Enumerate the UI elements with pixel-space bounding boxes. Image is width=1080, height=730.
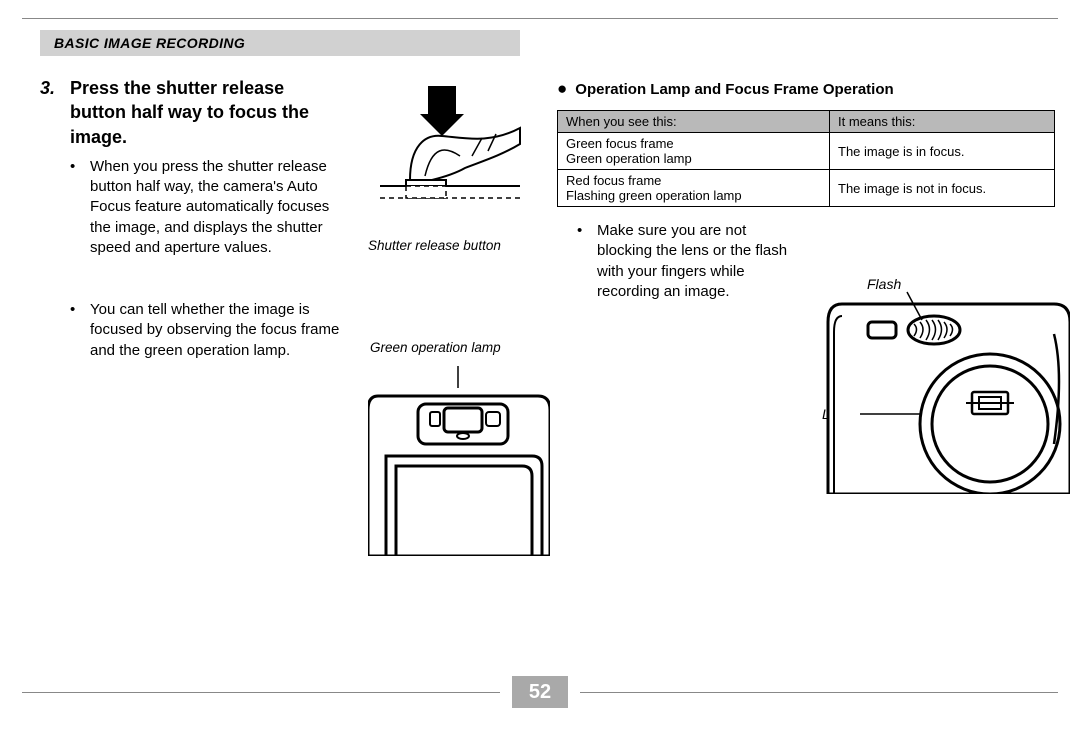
page-number: 52 [512,676,568,708]
cell-means-2: The image is not in focus. [830,170,1055,207]
green-lamp-caption: Green operation lamp [370,340,501,355]
step-title: Press the shutter release button half wa… [70,76,330,149]
left-column: 3. Press the shutter release button half… [40,76,527,660]
bullet-icon: • [70,300,82,361]
th-see: When you see this: [558,111,830,133]
footer: 52 [22,676,1058,708]
cell-means-1: The image is in focus. [830,133,1055,170]
focus-table: When you see this: It means this: Green … [557,110,1055,207]
section-header-text: BASIC IMAGE RECORDING [54,35,245,51]
shutter-release-illustration: Shutter release button [370,86,535,253]
section-header: BASIC IMAGE RECORDING [40,30,520,56]
bullet-icon: • [70,157,82,258]
cell-see-1: Green focus frame Green operation lamp [558,133,830,170]
shutter-release-caption: Shutter release button [368,238,535,253]
footer-rule-left [22,692,500,693]
top-rule [22,18,1058,19]
cell-see-2: Red focus frame Flashing green operation… [558,170,830,207]
step-number: 3. [40,76,62,149]
camera-back-illustration [368,366,550,556]
footer-rule-right [580,692,1058,693]
left-bullet-1: When you press the shutter release butto… [90,157,350,258]
bullet-icon: • [577,221,589,302]
th-means: It means this: [830,111,1055,133]
right-bullet: Make sure you are not blocking the lens … [597,221,802,302]
right-subhead: Operation Lamp and Focus Frame Operation [575,81,893,98]
camera-front-illustration [822,274,1067,494]
filled-circle-icon: ● [557,80,567,97]
right-column: ● Operation Lamp and Focus Frame Operati… [557,76,1055,660]
left-bullet-2: You can tell whether the image is focuse… [90,300,350,361]
